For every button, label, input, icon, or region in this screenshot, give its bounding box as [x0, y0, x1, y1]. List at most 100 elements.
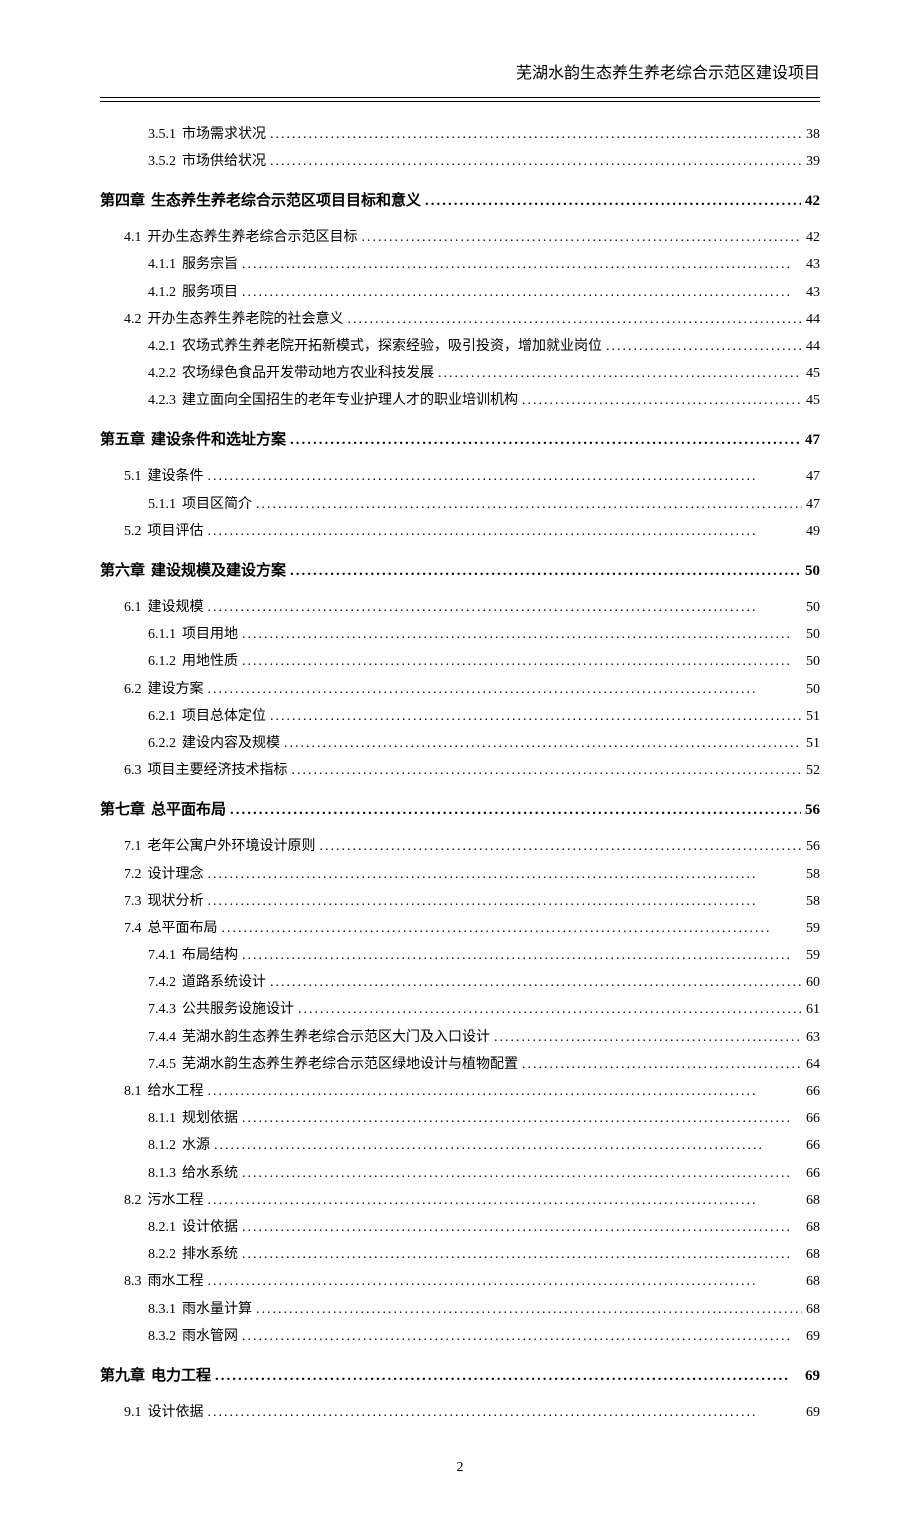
toc-entry: 6.3项目主要经济技术指标...........................… [100, 758, 820, 783]
toc-title: 给水工程 [148, 1079, 204, 1104]
toc-title: 道路系统设计 [182, 970, 266, 995]
toc-title: 建立面向全国招生的老年专业护理人才的职业培训机构 [182, 388, 518, 413]
toc-number: 8.2 [124, 1188, 142, 1213]
toc-entry: 7.2设计理念.................................… [100, 862, 820, 887]
toc-page-number: 47 [806, 464, 820, 489]
toc-page-number: 44 [806, 334, 820, 359]
toc-page-number: 45 [806, 388, 820, 413]
toc-leader-dots: ........................................… [362, 225, 803, 250]
toc-number: 5.1.1 [148, 492, 176, 517]
toc-title: 项目总体定位 [182, 704, 266, 729]
toc-entry: 4.1.1服务宗旨...............................… [100, 252, 820, 277]
toc-leader-dots: ........................................… [242, 1242, 802, 1267]
toc-page-number: 69 [805, 1363, 820, 1390]
toc-title: 老年公寓户外环境设计原则 [148, 834, 316, 859]
toc-title: 建设规模 [148, 595, 204, 620]
toc-page-number: 47 [806, 492, 820, 517]
toc-number: 8.3.2 [148, 1324, 176, 1349]
toc-leader-dots: ........................................… [208, 519, 803, 544]
toc-page-number: 61 [806, 997, 820, 1022]
toc-leader-dots: ........................................… [242, 1324, 802, 1349]
toc-entry: 8.1.1规划依据...............................… [100, 1106, 820, 1131]
page-number: 2 [100, 1455, 820, 1480]
toc-page-number: 68 [806, 1215, 820, 1240]
toc-title: 现状分析 [148, 889, 204, 914]
toc-leader-dots: ........................................… [242, 622, 802, 647]
toc-entry: 7.4总平面布局................................… [100, 916, 820, 941]
toc-entry: 4.1.2服务项目...............................… [100, 280, 820, 305]
toc-title: 建设方案 [148, 677, 204, 702]
toc-leader-dots: ........................................… [270, 122, 802, 147]
toc-number: 第九章 [100, 1363, 145, 1390]
toc-leader-dots: ........................................… [208, 677, 803, 702]
toc-number: 4.2.1 [148, 334, 176, 359]
toc-leader-dots: ........................................… [284, 731, 802, 756]
toc-title: 给水系统 [182, 1161, 238, 1186]
toc-entry: 第五章建设条件和选址方案............................… [100, 427, 820, 454]
toc-leader-dots: ........................................… [222, 916, 803, 941]
toc-leader-dots: ........................................… [242, 252, 802, 277]
toc-leader-dots: ........................................… [320, 834, 803, 859]
toc-leader-dots: ........................................… [256, 492, 802, 517]
toc-title: 雨水量计算 [182, 1297, 252, 1322]
toc-leader-dots: ........................................… [290, 558, 801, 585]
toc-entry: 8.3雨水工程.................................… [100, 1269, 820, 1294]
toc-title: 水源 [182, 1133, 210, 1158]
toc-leader-dots: ........................................… [208, 889, 803, 914]
toc-page-number: 51 [806, 731, 820, 756]
toc-page-number: 51 [806, 704, 820, 729]
toc-entry: 7.3现状分析.................................… [100, 889, 820, 914]
toc-title: 项目用地 [182, 622, 238, 647]
toc-number: 6.1 [124, 595, 142, 620]
toc-number: 4.1.1 [148, 252, 176, 277]
toc-page-number: 66 [806, 1106, 820, 1131]
toc-leader-dots: ........................................… [425, 188, 801, 215]
toc-entry: 7.4.4芜湖水韵生态养生养老综合示范区大门及入口设计.............… [100, 1025, 820, 1050]
toc-leader-dots: ........................................… [208, 862, 803, 887]
toc-page-number: 47 [805, 427, 820, 454]
toc-number: 9.1 [124, 1400, 142, 1425]
toc-leader-dots: ........................................… [298, 997, 802, 1022]
toc-page-number: 42 [806, 225, 820, 250]
toc-number: 8.1.1 [148, 1106, 176, 1131]
toc-page-number: 69 [806, 1400, 820, 1425]
toc-leader-dots: ........................................… [214, 1133, 802, 1158]
toc-entry: 6.1.1项目用地...............................… [100, 622, 820, 647]
toc-entry: 第六章建设规模及建设方案............................… [100, 558, 820, 585]
toc-page-number: 50 [806, 677, 820, 702]
toc-leader-dots: ........................................… [270, 149, 802, 174]
toc-entry: 6.2.2建设内容及规模............................… [100, 731, 820, 756]
toc-number: 4.1 [124, 225, 142, 250]
toc-page-number: 59 [806, 943, 820, 968]
toc-leader-dots: ........................................… [208, 1079, 803, 1104]
toc-page-number: 52 [806, 758, 820, 783]
toc-leader-dots: ........................................… [215, 1363, 801, 1390]
toc-title: 建设内容及规模 [182, 731, 280, 756]
header-title: 芜湖水韵生态养生养老综合示范区建设项目 [516, 65, 820, 82]
toc-title: 市场供给状况 [182, 149, 266, 174]
toc-number: 4.2.2 [148, 361, 176, 386]
toc-page-number: 59 [806, 916, 820, 941]
toc-entry: 3.5.2市场供给状况.............................… [100, 149, 820, 174]
toc-title: 污水工程 [148, 1188, 204, 1213]
toc-page-number: 50 [806, 622, 820, 647]
toc-page-number: 68 [806, 1269, 820, 1294]
toc-leader-dots: ........................................… [494, 1025, 802, 1050]
toc-leader-dots: ........................................… [606, 334, 802, 359]
toc-entry: 8.3.1雨水量计算..............................… [100, 1297, 820, 1322]
toc-page-number: 38 [806, 122, 820, 147]
toc-leader-dots: ........................................… [242, 1215, 802, 1240]
toc-number: 7.2 [124, 862, 142, 887]
toc-number: 6.3 [124, 758, 142, 783]
toc-title: 总平面布局 [148, 916, 218, 941]
toc-leader-dots: ........................................… [208, 1400, 803, 1425]
toc-number: 6.1.1 [148, 622, 176, 647]
toc-page-number: 42 [805, 188, 820, 215]
header-divider-thin [100, 101, 820, 102]
toc-title: 雨水管网 [182, 1324, 238, 1349]
toc-number: 5.1 [124, 464, 142, 489]
toc-title: 芜湖水韵生态养生养老综合示范区绿地设计与植物配置 [182, 1052, 518, 1077]
toc-page-number: 50 [805, 558, 820, 585]
toc-title: 设计依据 [148, 1400, 204, 1425]
toc-entry: 3.5.1市场需求状况.............................… [100, 122, 820, 147]
